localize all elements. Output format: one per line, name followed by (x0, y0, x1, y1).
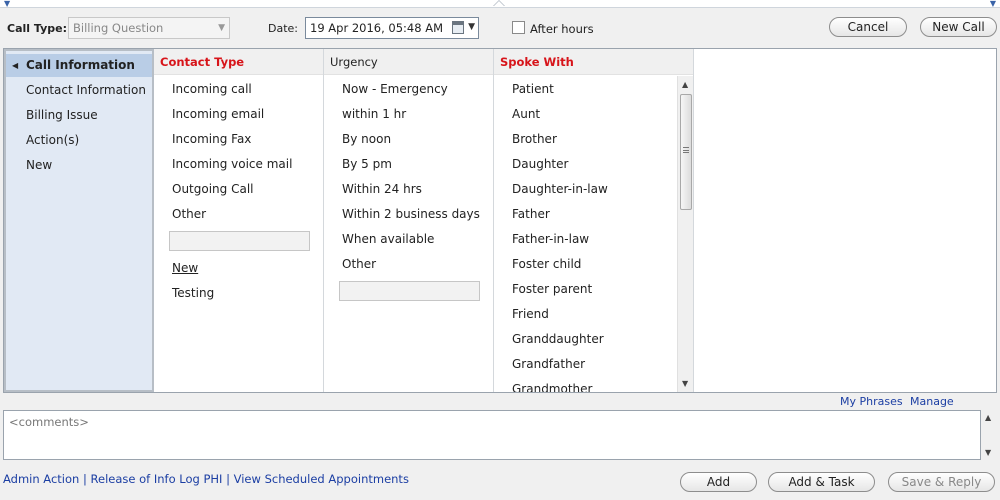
sidebar-item-label: Action(s) (26, 133, 80, 147)
calendar-icon (452, 21, 464, 34)
list-item[interactable]: Within 2 business days (342, 204, 480, 224)
panel-notch (493, 1, 505, 7)
scroll-down-icon[interactable]: ▼ (682, 379, 688, 388)
sidebar-item-label: New (26, 158, 53, 172)
list-item[interactable]: By 5 pm (342, 154, 392, 174)
scroll-up-icon[interactable]: ▲ (985, 413, 991, 422)
list-item[interactable]: Incoming call (172, 79, 252, 99)
sidebar-item-contact-information[interactable]: Contact Information (6, 79, 152, 102)
contact-type-column: Contact Type Incoming call Incoming emai… (154, 49, 324, 392)
list-item[interactable]: When available (342, 229, 434, 249)
list-item[interactable]: Father-in-law (512, 229, 589, 249)
contact-type-new-link[interactable]: New (172, 258, 198, 278)
list-item[interactable]: Testing (172, 283, 214, 303)
list-item[interactable]: Incoming Fax (172, 129, 251, 149)
list-item[interactable]: Patient (512, 79, 554, 99)
date-value: 19 Apr 2016, 05:48 AM (310, 21, 444, 35)
top-strip: ▼ ▼ (0, 0, 1000, 8)
list-item[interactable]: Daughter-in-law (512, 179, 608, 199)
list-item[interactable]: Grandfather (512, 354, 585, 374)
comments-scrollbar[interactable]: ▲ ▼ (981, 410, 997, 460)
urgency-column: Urgency Now - Emergency within 1 hr By n… (324, 49, 494, 392)
bullet-icon: ◀ (12, 61, 19, 70)
release-of-info-link[interactable]: Release of Info Log PHI (91, 472, 223, 486)
sidebar: ◀ Call Information Contact Information B… (4, 49, 154, 392)
sidebar-item-billing-issue[interactable]: Billing Issue (6, 104, 152, 127)
list-item[interactable]: Daughter (512, 154, 568, 174)
date-field[interactable]: 19 Apr 2016, 05:48 AM ▼ (305, 17, 479, 39)
scroll-down-icon[interactable]: ▼ (985, 448, 991, 457)
list-item[interactable]: Outgoing Call (172, 179, 254, 199)
list-item[interactable]: Within 24 hrs (342, 179, 422, 199)
date-label: Date: (268, 22, 298, 35)
list-item[interactable]: Aunt (512, 104, 540, 124)
collapse-left-icon[interactable]: ▼ (4, 0, 10, 8)
my-phrases-link[interactable]: My Phrases (840, 395, 903, 408)
sidebar-item-new[interactable]: New (6, 154, 152, 177)
link-separator: | (82, 472, 91, 486)
scroll-up-icon[interactable]: ▲ (682, 80, 688, 89)
admin-action-link[interactable]: Admin Action (3, 472, 79, 486)
list-item[interactable]: By noon (342, 129, 391, 149)
call-header: Call Type: Billing Question ▼ Date: 19 A… (0, 9, 1000, 47)
contact-type-other-input[interactable] (169, 231, 310, 251)
cancel-button[interactable]: Cancel (829, 17, 907, 37)
list-item[interactable]: Incoming email (172, 104, 264, 124)
sidebar-item-label: Contact Information (26, 83, 146, 97)
call-type-select[interactable]: Billing Question ▼ (68, 17, 230, 39)
call-type-label: Call Type: (7, 22, 67, 35)
list-item[interactable]: Incoming voice mail (172, 154, 292, 174)
call-panel: ◀ Call Information Contact Information B… (3, 48, 997, 393)
save-and-reply-button[interactable]: Save & Reply (888, 472, 995, 492)
calendar-button[interactable]: ▼ (450, 20, 476, 36)
grip-icon (683, 147, 689, 153)
footer-links: Admin Action | Release of Info Log PHI |… (3, 472, 409, 486)
spoke-with-column: Spoke With Patient Aunt Brother Daughter… (494, 49, 694, 392)
link-separator: | (226, 472, 234, 486)
sidebar-item-call-information[interactable]: ◀ Call Information (6, 54, 152, 77)
new-call-button[interactable]: New Call (920, 17, 997, 37)
list-item[interactable]: Foster parent (512, 279, 592, 299)
chevron-down-icon: ▼ (468, 22, 475, 32)
scroll-thumb[interactable] (680, 94, 692, 210)
view-scheduled-appointments-link[interactable]: View Scheduled Appointments (234, 472, 409, 486)
add-and-task-button[interactable]: Add & Task (768, 472, 875, 492)
add-button[interactable]: Add (680, 472, 757, 492)
list-item[interactable]: Other (342, 254, 376, 274)
list-item[interactable]: Foster child (512, 254, 581, 274)
list-item[interactable]: Father (512, 204, 550, 224)
chevron-down-icon: ▼ (218, 23, 225, 33)
urgency-header: Urgency (324, 49, 493, 75)
collapse-right-icon[interactable]: ▼ (990, 0, 996, 8)
list-item[interactable]: Other (172, 204, 206, 224)
list-item[interactable]: Brother (512, 129, 557, 149)
urgency-other-input[interactable] (339, 281, 480, 301)
list-item[interactable]: Granddaughter (512, 329, 604, 349)
comments-input[interactable]: <comments> (3, 410, 981, 460)
list-item[interactable]: within 1 hr (342, 104, 406, 124)
after-hours-label: After hours (530, 22, 594, 36)
list-item[interactable]: Friend (512, 304, 549, 324)
sidebar-item-label: Billing Issue (26, 108, 98, 122)
sidebar-item-actions[interactable]: Action(s) (6, 129, 152, 152)
list-item[interactable]: Grandmother (512, 379, 592, 392)
spoke-with-scrollbar[interactable]: ▲ ▼ (677, 76, 693, 392)
call-type-value: Billing Question (73, 21, 164, 35)
contact-type-header: Contact Type (154, 49, 323, 75)
after-hours-checkbox[interactable] (512, 21, 525, 34)
sidebar-item-label: Call Information (26, 58, 135, 72)
spoke-with-header: Spoke With (494, 49, 693, 75)
list-item[interactable]: Now - Emergency (342, 79, 448, 99)
